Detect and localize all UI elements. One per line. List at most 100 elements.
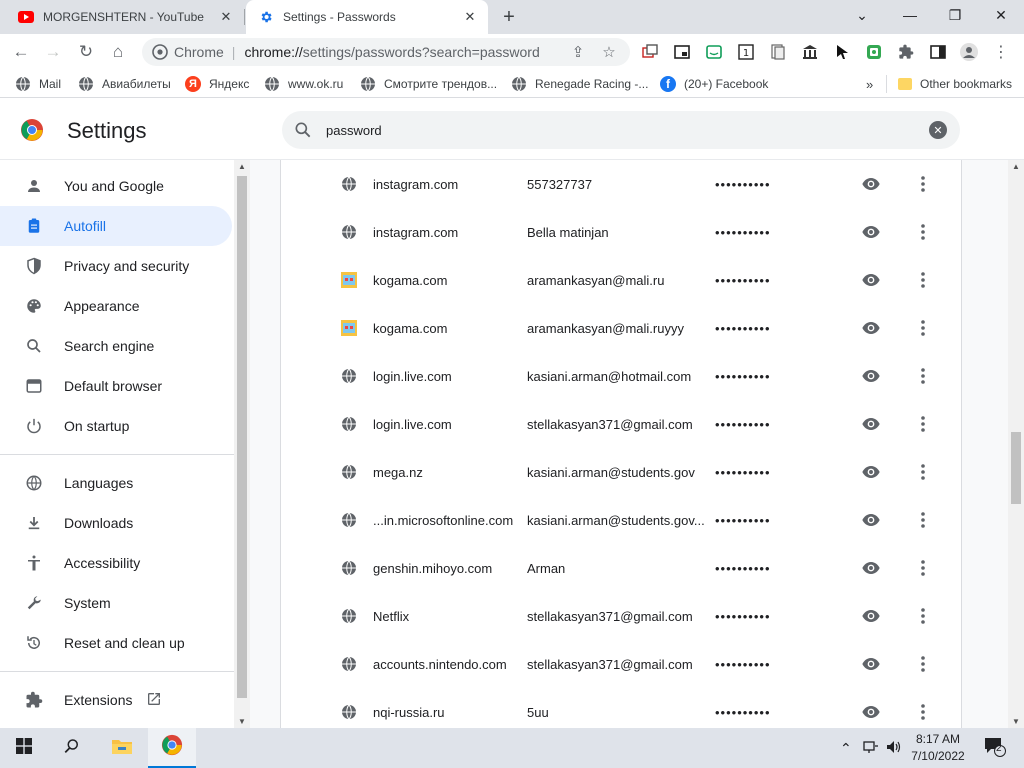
show-password-eye-icon[interactable]	[861, 654, 881, 674]
show-password-eye-icon[interactable]	[861, 462, 881, 482]
scroll-down-arrow-icon[interactable]: ▼	[237, 717, 247, 726]
restore-button[interactable]: ❐	[933, 0, 977, 30]
more-actions-kebab-icon[interactable]	[913, 462, 933, 482]
tab-search-icon[interactable]: ⌄	[840, 0, 884, 30]
more-actions-kebab-icon[interactable]	[913, 702, 933, 722]
more-actions-kebab-icon[interactable]	[913, 606, 933, 626]
sidebar-item-you-and-google[interactable]: You and Google	[0, 166, 232, 206]
show-password-eye-icon[interactable]	[861, 222, 881, 242]
close-icon[interactable]: ✕	[460, 7, 480, 27]
bookmark-item[interactable]: Я Яндекс	[185, 75, 249, 93]
sidebar-item-downloads[interactable]: Downloads	[0, 503, 232, 543]
show-password-eye-icon[interactable]	[861, 318, 881, 338]
side-panel-icon[interactable]	[929, 43, 947, 61]
sidebar-scrollbar[interactable]: ▲ ▼	[234, 160, 250, 728]
puzzle-icon[interactable]	[897, 43, 915, 61]
sidebar-item-on-startup[interactable]: On startup	[0, 406, 232, 446]
more-actions-kebab-icon[interactable]	[913, 414, 933, 434]
site-name[interactable]: genshin.mihoyo.com	[373, 561, 523, 576]
show-password-eye-icon[interactable]	[861, 270, 881, 290]
site-name[interactable]: Netflix	[373, 609, 523, 624]
scrollbar-thumb[interactable]	[1011, 432, 1021, 504]
scroll-down-arrow-icon[interactable]: ▼	[1011, 717, 1021, 726]
cursor-extension-icon[interactable]	[833, 43, 851, 61]
show-password-eye-icon[interactable]	[861, 414, 881, 434]
sidebar-item-system[interactable]: System	[0, 583, 232, 623]
file-explorer-button[interactable]	[98, 728, 146, 768]
site-name[interactable]: login.live.com	[373, 417, 523, 432]
sidebar-item-autofill[interactable]: Autofill	[0, 206, 232, 246]
forward-button[interactable]: →	[40, 39, 66, 65]
site-name[interactable]: kogama.com	[373, 273, 523, 288]
reload-button[interactable]: ↻	[73, 39, 99, 65]
sidebar-item-extensions[interactable]: Extensions	[0, 680, 232, 720]
site-name[interactable]: mega.nz	[373, 465, 523, 480]
show-password-eye-icon[interactable]	[861, 510, 881, 530]
share-icon[interactable]: ⇪	[569, 43, 587, 61]
search-input[interactable]	[326, 122, 929, 138]
bookmark-item[interactable]: Смотрите трендов...	[360, 75, 497, 93]
chrome-taskbar-button[interactable]	[148, 728, 196, 768]
site-name[interactable]: kogama.com	[373, 321, 523, 336]
sidebar-item-accessibility[interactable]: Accessibility	[0, 543, 232, 583]
bookmark-item[interactable]: www.ok.ru	[264, 75, 343, 93]
tray-overflow-chevron-icon[interactable]: ⌃	[840, 740, 852, 757]
bookmark-star-icon[interactable]: ☆	[600, 43, 618, 61]
extension-icon[interactable]: 1	[737, 43, 755, 61]
home-button[interactable]: ⌂	[105, 39, 131, 65]
extension-icon[interactable]	[705, 43, 723, 61]
bookmarks-overflow-button[interactable]: »	[866, 75, 873, 93]
notifications-button[interactable]: 2	[984, 737, 1006, 760]
tab-youtube[interactable]: MORGENSHTERN - YouTube ✕	[8, 0, 244, 34]
more-actions-kebab-icon[interactable]	[913, 222, 933, 242]
site-name[interactable]: instagram.com	[373, 177, 523, 192]
bookmark-item[interactable]: f (20+) Facebook	[660, 75, 768, 93]
sidebar-item-default-browser[interactable]: Default browser	[0, 366, 232, 406]
new-tab-button[interactable]: +	[498, 6, 520, 28]
more-actions-kebab-icon[interactable]	[913, 510, 933, 530]
site-name[interactable]: nqi-russia.ru	[373, 705, 523, 720]
site-name[interactable]: login.live.com	[373, 369, 523, 384]
profile-avatar-icon[interactable]	[960, 43, 978, 61]
bookmark-item[interactable]: Mail	[15, 75, 61, 93]
tab-settings[interactable]: Settings - Passwords ✕	[246, 0, 488, 34]
close-icon[interactable]: ✕	[216, 7, 236, 27]
back-button[interactable]: ←	[8, 39, 34, 65]
sidebar-item-appearance[interactable]: Appearance	[0, 286, 232, 326]
more-actions-kebab-icon[interactable]	[913, 654, 933, 674]
site-name[interactable]: instagram.com	[373, 225, 523, 240]
scrollbar-thumb[interactable]	[237, 176, 247, 698]
other-bookmarks-button[interactable]: Other bookmarks	[898, 75, 1012, 93]
address-bar[interactable]: Chrome | chrome://settings/passwords?sea…	[142, 38, 630, 66]
more-actions-kebab-icon[interactable]	[913, 174, 933, 194]
sidebar-item-search-engine[interactable]: Search engine	[0, 326, 232, 366]
show-password-eye-icon[interactable]	[861, 606, 881, 626]
extension-icon[interactable]	[769, 43, 787, 61]
start-button[interactable]	[0, 728, 48, 768]
main-scrollbar[interactable]: ▲ ▼	[1008, 160, 1024, 728]
show-password-eye-icon[interactable]	[861, 174, 881, 194]
sidebar-item-languages[interactable]: Languages	[0, 463, 232, 503]
close-window-button[interactable]: ✕	[979, 0, 1023, 30]
menu-kebab-icon[interactable]: ⋮	[992, 43, 1010, 61]
more-actions-kebab-icon[interactable]	[913, 558, 933, 578]
site-name[interactable]: accounts.nintendo.com	[373, 657, 523, 672]
extension-icon[interactable]	[865, 43, 883, 61]
network-icon[interactable]	[863, 740, 879, 757]
bookmark-item[interactable]: Renegade Racing -...	[511, 75, 648, 93]
extension-icon[interactable]	[641, 43, 659, 61]
show-password-eye-icon[interactable]	[861, 702, 881, 722]
sidebar-item-privacy[interactable]: Privacy and security	[0, 246, 232, 286]
show-password-eye-icon[interactable]	[861, 558, 881, 578]
show-password-eye-icon[interactable]	[861, 366, 881, 386]
more-actions-kebab-icon[interactable]	[913, 270, 933, 290]
clear-search-icon[interactable]: ✕	[929, 121, 947, 139]
extension-icon[interactable]	[801, 43, 819, 61]
more-actions-kebab-icon[interactable]	[913, 366, 933, 386]
picture-in-picture-icon[interactable]	[673, 43, 691, 61]
sidebar-item-reset[interactable]: Reset and clean up	[0, 623, 232, 663]
scroll-up-arrow-icon[interactable]: ▲	[237, 162, 247, 171]
site-name[interactable]: ...in.microsoftonline.com	[373, 513, 523, 528]
scroll-up-arrow-icon[interactable]: ▲	[1011, 162, 1021, 171]
minimize-button[interactable]: —	[888, 0, 932, 30]
